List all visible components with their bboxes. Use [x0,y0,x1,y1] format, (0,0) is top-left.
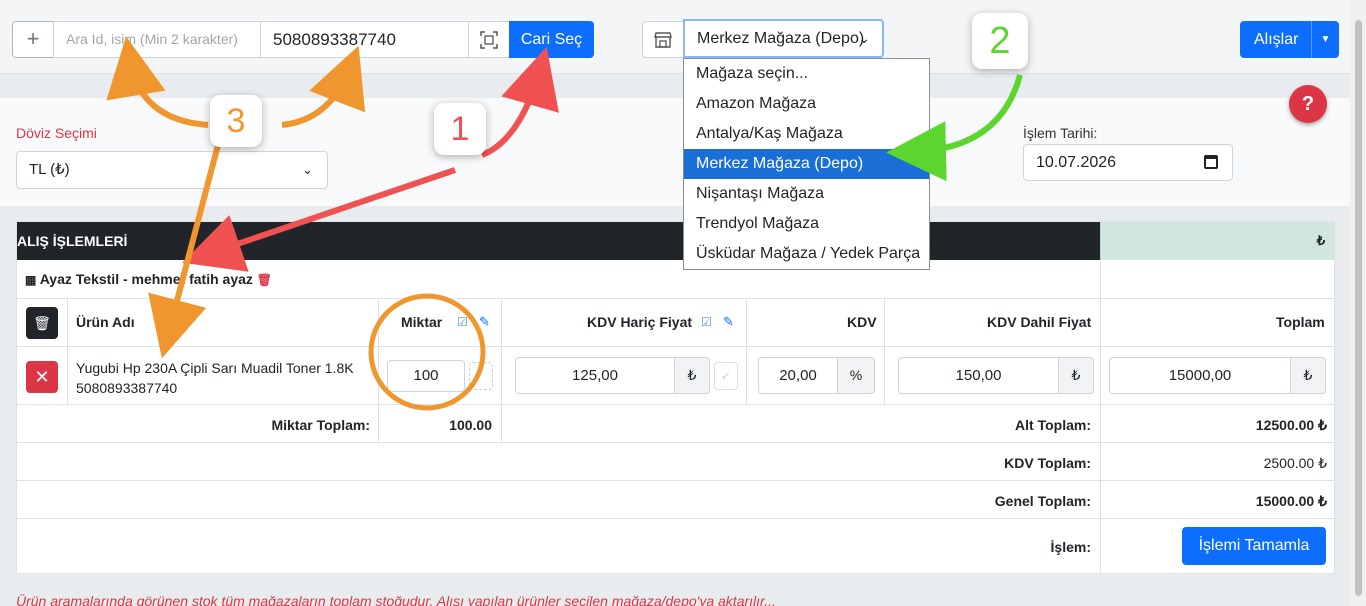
checkbox-icon[interactable]: ☑ [701,315,712,329]
col-quantity: Miktar [401,314,443,330]
divider [17,298,1335,299]
edit-icon[interactable]: ✎ [723,314,734,330]
purchase-table: ALIŞ İŞLEMLERİ ₺ ▦ Ayaz Tekstil - mehmet… [16,221,1335,574]
scan-button[interactable] [468,21,510,58]
footnote: Ürün aramalarında görünen stok tüm mağaz… [16,593,776,606]
vat-total-label: KDV Toplam: [1004,455,1091,471]
grand-total-label: Genel Toplam: [994,493,1091,509]
action-label: İşlem: [1050,539,1091,555]
col-price-incl: KDV Dahil Fiyat [987,314,1092,330]
store-icon [654,32,672,48]
divider [17,442,1335,443]
store-icon-button [642,21,684,58]
col-vat: KDV [847,314,877,330]
edit-icon[interactable]: ✎ [479,314,490,330]
product-title: Yugubi Hp 230A Çipli Sarı Muadil Toner 1… [76,360,354,376]
store-select-value: Merkez Mağaza (Depo) [697,30,865,47]
divider [378,298,379,442]
scrollbar-thumb[interactable] [1355,20,1362,596]
delete-supplier-icon[interactable]: 🗑 [257,273,272,287]
store-select[interactable]: Merkez Mağaza (Depo) ⌄ [683,19,884,58]
currency-addon: ₺ [674,357,710,394]
divider [501,298,502,442]
product-barcode: 5080893387740 [76,380,178,396]
scan-icon [480,31,498,49]
col-price-excl: KDV Hariç Fiyat [587,314,693,330]
divider [17,480,1335,481]
building-icon: ▦ [25,273,37,287]
total-input[interactable]: 15000,00 [1109,357,1291,394]
subtotal-label: Alt Toplam: [1015,417,1091,433]
divider [17,404,1335,405]
help-button[interactable]: ? [1289,85,1327,123]
currency-label: Döviz Seçimi [16,125,97,141]
calendar-icon[interactable] [1204,155,1218,169]
divider [884,298,885,404]
alislar-menu-button[interactable]: Alışlar ▼ [1240,21,1339,58]
qty-total-label: Miktar Toplam: [271,417,370,433]
percent-addon: % [837,357,875,394]
table-header: ALIŞ İŞLEMLERİ [17,222,1100,260]
quantity-input[interactable]: 100 [387,360,465,392]
qty-total-value: 100.00 [449,417,492,433]
checkbox-icon[interactable]: ☑ [457,315,468,329]
store-option[interactable]: Antalya/Kaş Mağaza [684,119,929,149]
vat-total-value: 2500.00 ₺ [1263,455,1327,471]
table-title: ALIŞ İŞLEMLERİ [17,233,128,249]
col-product: Ürün Adı [76,314,135,330]
add-cari-button[interactable]: + [12,21,54,58]
supplier-name: Ayaz Tekstil - mehmet fatih ayaz [39,271,253,287]
divider [1100,260,1101,574]
currency-header: ₺ [1100,222,1335,260]
annotation-2: 2 [972,13,1028,69]
store-option[interactable]: Mağaza seçin... [684,59,929,89]
grand-total-value: 15000.00 ₺ [1255,493,1327,509]
caret-down-icon[interactable]: ▼ [1311,21,1339,58]
complete-button[interactable]: İşlemi Tamamla [1182,527,1326,565]
delete-all-button[interactable]: 🗑 [26,307,58,339]
annotation-1: 1 [434,103,486,155]
divider [67,298,68,404]
divider [17,346,1335,347]
currency-addon: ₺ [1290,357,1326,394]
search-input[interactable]: Ara Id, isim (Min 2 karakter) [53,21,261,58]
store-option[interactable]: Üsküdar Mağaza / Yedek Parça [684,239,929,269]
currency-addon: ₺ [1058,357,1094,394]
currency-value: TL (₺) [29,161,70,178]
date-value: 10.07.2026 [1036,154,1117,171]
date-label: İşlem Tarihi: [1023,125,1098,141]
store-option[interactable]: Amazon Mağaza [684,89,929,119]
divider [17,518,1335,519]
barcode-input[interactable]: 5080893387740 [260,21,469,58]
vat-input[interactable]: 20,00 [758,357,838,394]
chevron-down-icon: ⌄ [858,30,870,46]
store-option[interactable]: Trendyol Mağaza [684,209,929,239]
store-option[interactable]: Nişantaşı Mağaza [684,179,929,209]
currency-select[interactable]: TL (₺) ⌄ [16,151,328,189]
date-input[interactable]: 10.07.2026 [1023,144,1233,181]
quantity-check[interactable] [469,362,493,390]
check-icon[interactable]: ✓ [714,362,738,390]
select-cari-button[interactable]: Cari Seç [509,21,594,58]
store-dropdown-list: Mağaza seçin... Amazon Mağaza Antalya/Kaş … [683,58,930,270]
alislar-label: Alışlar [1254,31,1299,48]
subtotal-value: 12500.00 ₺ [1255,417,1327,433]
price-excl-input[interactable]: 125,00 [515,357,675,394]
store-option[interactable]: Merkez Mağaza (Depo) [684,149,929,179]
delete-row-button[interactable]: ✕ [26,361,58,393]
product-name: Yugubi Hp 230A Çipli Sarı Muadil Toner 1… [76,358,376,398]
supplier-label: ▦ Ayaz Tekstil - mehmet fatih ayaz 🗑 [25,271,272,287]
annotation-3: 3 [210,95,262,147]
divider [746,298,747,404]
price-incl-input[interactable]: 150,00 [898,357,1059,394]
chevron-down-icon: ⌄ [302,162,313,177]
col-total: Toplam [1276,314,1325,330]
